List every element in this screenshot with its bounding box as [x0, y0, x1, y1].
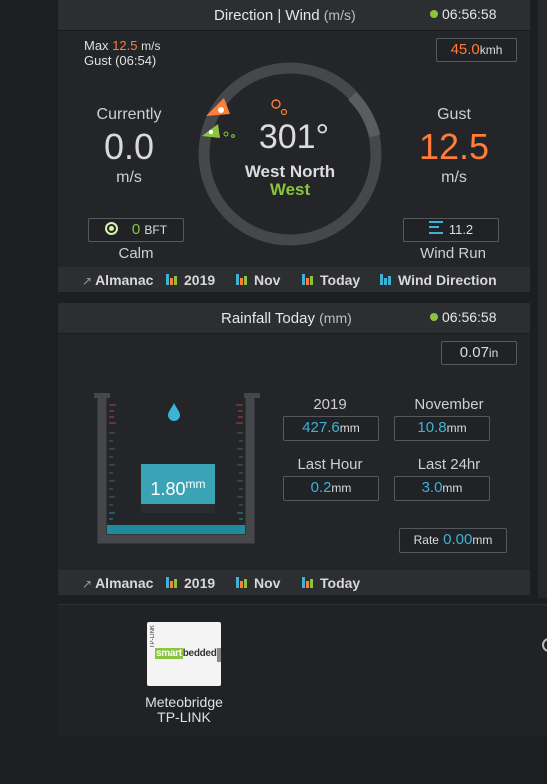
beaufort-description: Calm	[118, 245, 154, 262]
live-dot-icon	[430, 313, 438, 321]
wind-panel-header: Direction | Wind (m/s) 06:56:58	[58, 0, 530, 31]
bar-chart-icon	[236, 577, 250, 588]
rain-panel-header: Rainfall Today (mm) 06:56:58	[58, 303, 530, 334]
beaufort-box: 0 BFT	[88, 218, 184, 242]
beaufort-icon	[104, 222, 118, 235]
wind-update-time: 06:56:58	[430, 6, 497, 22]
wind-direction-line1: West North	[244, 162, 336, 181]
kmh-box: 45.0kmh	[436, 38, 517, 62]
year-2019-link[interactable]: 2019	[166, 575, 215, 591]
rain-month-box: 10.8mm	[394, 416, 490, 441]
november-link[interactable]: Nov	[236, 575, 280, 591]
rain-gauge-value: 1.80mm	[141, 464, 215, 504]
wind-footer-nav: ↗ Almanac 2019 Nov Today Wind Direction	[58, 267, 530, 292]
current-wind-value: 0.0	[103, 126, 155, 167]
bar-chart-icon	[380, 274, 394, 285]
wind-run-label: Wind Run	[420, 245, 486, 262]
gust-unit: m/s	[441, 169, 467, 186]
wind-direction-line2: West	[269, 180, 311, 199]
rain-year-box: 427.6mm	[283, 416, 379, 441]
rain-inch-box: 0.07in	[441, 341, 517, 365]
wind-direction-link[interactable]: Wind Direction	[380, 272, 497, 288]
wind-degrees: 301°	[258, 118, 330, 156]
rain-gauge-base	[141, 504, 215, 513]
meteobridge-device-image[interactable]: TP-LINK smartbedded	[147, 622, 221, 686]
rain-year-label: 2019	[313, 396, 347, 413]
device-vendor-small: TP-LINK	[150, 625, 156, 649]
raindrop-icon	[168, 403, 180, 421]
bar-chart-icon	[166, 274, 180, 285]
live-dot-icon	[430, 10, 438, 18]
right-edge-strip	[538, 0, 547, 598]
rain-update-time: 06:56:58	[430, 309, 497, 325]
current-wind-unit: m/s	[116, 169, 142, 186]
external-link-icon: ↗	[82, 274, 93, 288]
rain-panel-title: Rainfall Today (mm)	[221, 310, 352, 327]
external-link-icon: ↗	[82, 577, 93, 591]
gust-value: 12.5	[418, 126, 490, 167]
bar-chart-icon	[302, 577, 316, 588]
november-link[interactable]: Nov	[236, 272, 280, 288]
rain-hour-label: Last Hour	[297, 456, 363, 473]
wind-run-box: 11.2	[403, 218, 499, 242]
bar-chart-icon	[302, 274, 316, 285]
gust-time-readout: Gust (06:54)	[84, 53, 157, 68]
almanac-link[interactable]: ↗ Almanac	[82, 272, 153, 288]
rain-24hr-box: 3.0mm	[394, 476, 490, 501]
rain-rate-box: Rate 0.00mm	[399, 528, 507, 553]
wind-panel-title: Direction | Wind (m/s)	[214, 7, 356, 24]
today-link[interactable]: Today	[302, 272, 360, 288]
year-2019-link[interactable]: 2019	[166, 272, 215, 288]
bar-chart-icon	[236, 274, 250, 285]
rain-footer-nav: ↗ Almanac 2019 Nov Today	[58, 570, 530, 595]
almanac-link[interactable]: ↗ Almanac	[82, 575, 153, 591]
rain-24hr-label: Last 24hr	[417, 456, 481, 473]
device-panel: TP-LINK smartbedded Meteobridge TP-LINK	[58, 604, 547, 736]
device-logo: smartbedded	[155, 648, 217, 659]
rain-hour-box: 0.2mm	[283, 476, 379, 501]
partial-circle-icon	[542, 638, 547, 652]
device-name-line1: Meteobridge	[145, 694, 223, 710]
gust-label: Gust	[437, 106, 471, 123]
currently-label: Currently	[96, 106, 162, 123]
wind-run-icon	[428, 221, 443, 234]
device-name-line2: TP-LINK	[157, 709, 211, 725]
max-wind-readout: Max 12.5 m/s	[84, 38, 161, 53]
left-sidebar-strip	[0, 0, 56, 784]
wind-panel: Direction | Wind (m/s) 06:56:58 Max 12.5…	[58, 0, 530, 292]
bar-chart-icon	[166, 577, 180, 588]
device-port	[217, 648, 221, 662]
rain-gauge: 1.80mm	[94, 393, 262, 545]
rain-panel: Rainfall Today (mm) 06:56:58 0.07in 1.80…	[58, 303, 530, 595]
today-link[interactable]: Today	[302, 575, 360, 591]
rain-month-label: November	[414, 396, 484, 413]
